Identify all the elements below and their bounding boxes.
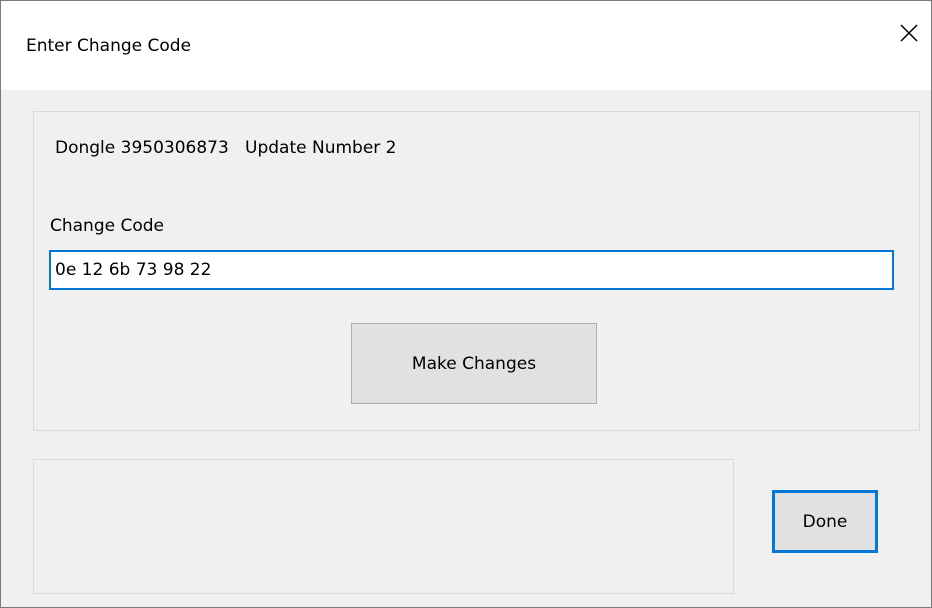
close-icon <box>900 24 918 42</box>
dialog-window: Enter Change Code Dongle 3950306873 Upda… <box>0 0 932 608</box>
change-code-label: Change Code <box>50 216 165 236</box>
close-button[interactable] <box>887 13 931 53</box>
done-button[interactable]: Done <box>772 490 878 553</box>
change-code-input[interactable] <box>49 250 894 290</box>
status-group <box>33 459 734 594</box>
dongle-info-label: Dongle 3950306873 Update Number 2 <box>55 138 397 158</box>
window-title: Enter Change Code <box>26 36 192 56</box>
make-changes-button[interactable]: Make Changes <box>351 323 597 404</box>
title-bar: Enter Change Code <box>1 1 931 90</box>
